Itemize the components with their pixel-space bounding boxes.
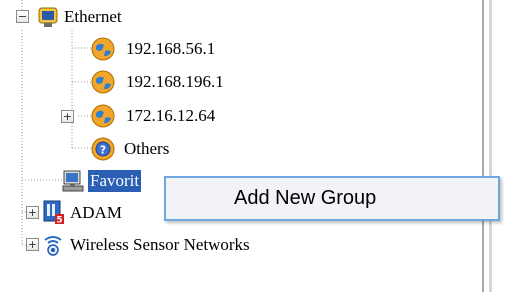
- panel-splitter[interactable]: [489, 0, 492, 292]
- computer-icon: [62, 170, 84, 192]
- adam-module-icon: 5: [43, 200, 64, 226]
- context-menu: Add New Group: [164, 176, 500, 221]
- wireless-icon: [44, 236, 62, 256]
- expand-wsn-toggle[interactable]: +: [26, 238, 39, 251]
- wsn-label: Wireless Sensor Networks: [70, 235, 250, 254]
- tree-node-wsn[interactable]: Wireless Sensor Networks: [40, 232, 250, 258]
- globe-icon: [91, 37, 115, 61]
- adam-label: ADAM: [70, 203, 122, 222]
- svg-text:?: ?: [100, 144, 106, 157]
- tree-node-others[interactable]: ? Others: [90, 136, 169, 162]
- ethernet-label: Ethernet: [64, 7, 122, 26]
- tree-node-ethernet[interactable]: Ethernet: [36, 4, 122, 30]
- device-tree: − Ethernet 192.168.56.1 192.168.196.1 +: [0, 0, 480, 292]
- tree-node-ip-1[interactable]: 192.168.56.1: [90, 36, 215, 62]
- collapse-ethernet-toggle[interactable]: −: [16, 10, 29, 23]
- ip-label: 192.168.196.1: [126, 72, 224, 91]
- expand-ip-3-toggle[interactable]: +: [61, 110, 74, 123]
- globe-icon: [91, 104, 115, 128]
- panel-divider[interactable]: [482, 0, 484, 292]
- tree-node-adam[interactable]: 5 ADAM: [40, 200, 122, 226]
- svg-text:5: 5: [56, 216, 62, 226]
- help-icon: ?: [91, 137, 115, 161]
- tree-node-favorite[interactable]: Favorit: [60, 168, 142, 194]
- globe-icon: [91, 70, 115, 94]
- expand-adam-toggle[interactable]: +: [26, 206, 39, 219]
- ip-label: 192.168.56.1: [126, 39, 216, 58]
- others-label: Others: [124, 139, 170, 158]
- ip-label: 172.16.12.64: [126, 106, 216, 125]
- add-new-group-menu-item[interactable]: Add New Group: [234, 187, 376, 210]
- network-adapter-icon: [38, 7, 58, 27]
- tree-node-ip-2[interactable]: 192.168.196.1: [90, 69, 224, 95]
- tree-node-ip-3[interactable]: 172.16.12.64: [90, 103, 215, 129]
- favorite-label: Favorit: [88, 170, 142, 192]
